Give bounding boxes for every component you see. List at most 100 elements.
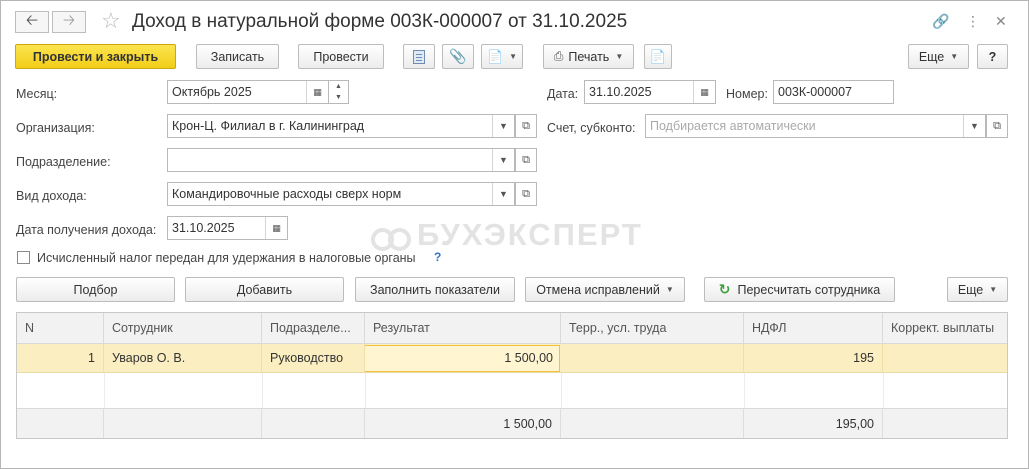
column-divider bbox=[744, 373, 745, 408]
help-button[interactable]: ? bbox=[977, 44, 1008, 69]
select-button[interactable]: Подбор bbox=[16, 277, 175, 302]
link-icon[interactable]: 🔗 bbox=[932, 11, 949, 31]
table-more-button[interactable]: Еще ▼ bbox=[947, 277, 1008, 302]
dropdown-icon[interactable]: ▼ bbox=[963, 115, 985, 137]
watermark-text: БУХЭКСПЕРТ bbox=[417, 217, 643, 252]
star-icon[interactable]: ☆ bbox=[101, 7, 121, 35]
recalculate-label: Пересчитать сотрудника bbox=[737, 282, 881, 297]
department-field[interactable]: ▼ bbox=[167, 148, 515, 172]
related-documents-button[interactable]: 📄 bbox=[644, 44, 672, 69]
organization-label: Организация: bbox=[16, 121, 95, 135]
organization-open-button[interactable]: ⧉ bbox=[515, 114, 537, 138]
owl-logo-icon bbox=[371, 223, 411, 251]
total-result: 1 500,00 bbox=[365, 409, 561, 438]
cell-employee[interactable]: Уваров О. В. bbox=[104, 344, 262, 372]
recalculate-employee-button[interactable]: ↻ Пересчитать сотрудника bbox=[704, 277, 895, 302]
chevron-down-icon[interactable]: ▼ bbox=[335, 94, 342, 101]
post-button[interactable]: Провести bbox=[298, 44, 384, 69]
tax-transferred-checkbox[interactable] bbox=[17, 251, 30, 264]
forward-button[interactable]: 🡢 bbox=[52, 11, 86, 33]
save-button[interactable]: Записать bbox=[196, 44, 279, 69]
column-header-department[interactable]: Подразделе... bbox=[262, 313, 365, 343]
account-open-button[interactable]: ⧉ bbox=[986, 114, 1008, 138]
caret-down-icon: ▼ bbox=[989, 285, 998, 294]
account-field[interactable]: Подбирается автоматически ▼ bbox=[645, 114, 986, 138]
close-icon[interactable]: ✕ bbox=[995, 11, 1007, 31]
add-button[interactable]: Добавить bbox=[185, 277, 344, 302]
cancel-corrections-button[interactable]: Отмена исправлений ▼ bbox=[525, 277, 685, 302]
open-icon: ⧉ bbox=[522, 119, 530, 132]
table-header: N Сотрудник Подразделе... Результат Терр… bbox=[17, 313, 1007, 344]
column-header-ndfl[interactable]: НДФЛ bbox=[744, 313, 883, 343]
post-and-close-button[interactable]: Провести и закрыть bbox=[15, 44, 176, 69]
income-type-open-button[interactable]: ⧉ bbox=[515, 182, 537, 206]
date-label: Дата: bbox=[547, 87, 579, 101]
cell-n[interactable]: 1 bbox=[17, 344, 104, 372]
income-date-label: Дата получения дохода: bbox=[16, 223, 157, 237]
total-empty bbox=[17, 409, 104, 438]
income-table: N Сотрудник Подразделе... Результат Терр… bbox=[16, 312, 1008, 439]
column-header-employee[interactable]: Сотрудник bbox=[104, 313, 262, 343]
calendar-icon[interactable]: ▦ bbox=[693, 81, 715, 103]
back-button[interactable]: 🡠 bbox=[15, 11, 49, 33]
document-add-icon: 📄 bbox=[486, 48, 504, 64]
table-totals: 1 500,00 195,00 bbox=[17, 408, 1007, 438]
income-date-field[interactable]: 31.10.2025 ▦ bbox=[167, 216, 288, 240]
column-header-n[interactable]: N bbox=[17, 313, 104, 343]
calendar-icon[interactable]: ▦ bbox=[306, 81, 328, 103]
cell-department[interactable]: Руководство bbox=[262, 344, 365, 372]
document-window: 🡠 🡢 ☆ Доход в натуральной форме 003К-000… bbox=[0, 0, 1029, 469]
total-ndfl: 195,00 bbox=[744, 409, 883, 438]
organization-field[interactable]: Крон-Ц. Филиал в г. Калининград ▼ bbox=[167, 114, 515, 138]
date-field[interactable]: 31.10.2025 ▦ bbox=[584, 80, 716, 104]
income-date-value: 31.10.2025 bbox=[172, 221, 235, 235]
month-stepper[interactable]: ▲ ▼ bbox=[329, 80, 349, 104]
department-open-button[interactable]: ⧉ bbox=[515, 148, 537, 172]
cancel-corrections-label: Отмена исправлений bbox=[536, 282, 660, 297]
fill-indicators-button[interactable]: Заполнить показатели bbox=[355, 277, 515, 302]
window-title: Доход в натуральной форме 003К-000007 от… bbox=[132, 11, 628, 32]
column-header-result[interactable]: Результат bbox=[365, 313, 561, 343]
column-header-correction[interactable]: Коррект. выплаты bbox=[883, 313, 1007, 343]
tax-transferred-label[interactable]: Исчисленный налог передан для удержания … bbox=[37, 250, 416, 266]
dropdown-icon[interactable]: ▼ bbox=[492, 183, 514, 205]
open-icon: ⧉ bbox=[993, 119, 1001, 132]
number-field[interactable]: 003К-000007 bbox=[773, 80, 894, 104]
help-icon[interactable]: ? bbox=[434, 250, 441, 264]
open-icon: ⧉ bbox=[522, 153, 530, 166]
account-label: Счет, субконто: bbox=[547, 121, 636, 135]
cell-ndfl[interactable]: 195 bbox=[744, 344, 883, 372]
watermark: БУХЭКСПЕРТ bbox=[371, 217, 643, 253]
department-label: Подразделение: bbox=[16, 155, 111, 169]
calendar-icon[interactable]: ▦ bbox=[265, 217, 287, 239]
month-field[interactable]: Октябрь 2025 ▦ bbox=[167, 80, 329, 104]
caret-down-icon: ▼ bbox=[665, 285, 674, 294]
cell-result[interactable]: 1 500,00 bbox=[365, 344, 561, 372]
printer-icon: ⎙ bbox=[553, 49, 564, 63]
paperclip-icon: 📎 bbox=[449, 48, 467, 64]
cell-correction[interactable] bbox=[883, 344, 1007, 372]
chevron-up-icon[interactable]: ▲ bbox=[335, 83, 342, 90]
caret-down-icon: ▼ bbox=[509, 52, 518, 61]
cell-territory[interactable] bbox=[561, 344, 744, 372]
dropdown-icon[interactable]: ▼ bbox=[492, 115, 514, 137]
number-label: Номер: bbox=[726, 87, 768, 101]
more-button[interactable]: Еще ▼ bbox=[908, 44, 969, 69]
income-type-field[interactable]: Командировочные расходы сверх норм ▼ bbox=[167, 182, 515, 206]
arrow-right-icon: 🡢 bbox=[62, 11, 76, 29]
create-based-on-button[interactable]: 📄 ▼ bbox=[481, 44, 523, 69]
print-label: Печать bbox=[568, 49, 610, 64]
report-button[interactable] bbox=[403, 44, 435, 69]
table-row[interactable]: 1 Уваров О. В. Руководство 1 500,00 195 bbox=[17, 344, 1007, 373]
column-divider bbox=[365, 373, 366, 408]
month-value: Октябрь 2025 bbox=[172, 85, 252, 99]
more-label: Еще bbox=[918, 49, 945, 64]
total-empty bbox=[883, 409, 1007, 438]
print-button[interactable]: ⎙ Печать ▼ bbox=[543, 44, 634, 69]
dropdown-icon[interactable]: ▼ bbox=[492, 149, 514, 171]
column-header-territory[interactable]: Терр., усл. труда bbox=[561, 313, 744, 343]
attach-button[interactable]: 📎 bbox=[442, 44, 474, 69]
more-vertical-icon[interactable]: ⋮ bbox=[966, 11, 980, 31]
document-list-icon bbox=[413, 49, 425, 64]
arrow-left-icon: 🡠 bbox=[25, 11, 39, 29]
